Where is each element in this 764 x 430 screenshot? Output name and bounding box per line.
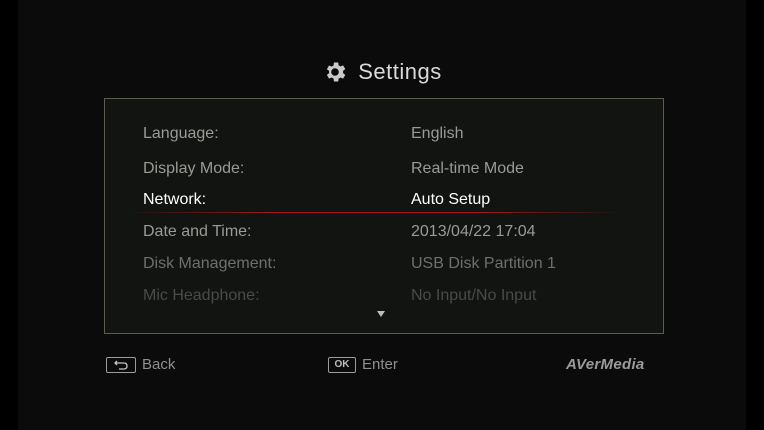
selection-highlight [135, 212, 615, 213]
page-title: Settings [358, 59, 442, 84]
setting-value: 2013/04/22 17:04 [411, 223, 536, 240]
setting-label: Date and Time: [143, 223, 252, 240]
setting-label: Mic Headphone: [143, 287, 260, 304]
setting-value: No Input/No Input [411, 287, 537, 304]
setting-value: Auto Setup [411, 191, 491, 208]
settings-row-network[interactable]: Network: Auto Setup [105, 185, 663, 215]
enter-hint[interactable]: OK Enter [328, 356, 398, 373]
setting-value: USB Disk Partition 1 [411, 255, 556, 272]
setting-label: Display Mode: [143, 160, 245, 177]
scroll-down-icon[interactable] [377, 311, 385, 317]
setting-label: Disk Management: [143, 255, 277, 272]
settings-panel: Language: English Display Mode: Real-tim… [104, 98, 664, 334]
return-arrow-icon [114, 360, 128, 370]
settings-header: Settings [0, 52, 764, 92]
back-hint[interactable]: Back [106, 356, 175, 373]
brand-logo: AVerMedia [566, 356, 645, 373]
enter-label: Enter [362, 356, 398, 373]
back-label: Back [142, 356, 176, 373]
back-key-icon [106, 356, 136, 373]
setting-value: English [411, 125, 464, 142]
ok-key-icon: OK [328, 356, 356, 373]
setting-value: Real-time Mode [411, 160, 524, 177]
setting-label: Language: [143, 125, 219, 142]
footer-bar: Back OK Enter AVerMedia [0, 356, 764, 380]
settings-row-disk-management[interactable]: Disk Management: USB Disk Partition 1 [105, 249, 663, 279]
setting-label: Network: [143, 191, 207, 208]
gear-icon [327, 62, 346, 82]
settings-row-language[interactable]: Language: English [105, 119, 663, 149]
settings-row-mic-headphone[interactable]: Mic Headphone: No Input/No Input [105, 281, 663, 311]
settings-row-display-mode[interactable]: Display Mode: Real-time Mode [105, 154, 663, 184]
settings-row-date-time[interactable]: Date and Time: 2013/04/22 17:04 [105, 217, 663, 247]
